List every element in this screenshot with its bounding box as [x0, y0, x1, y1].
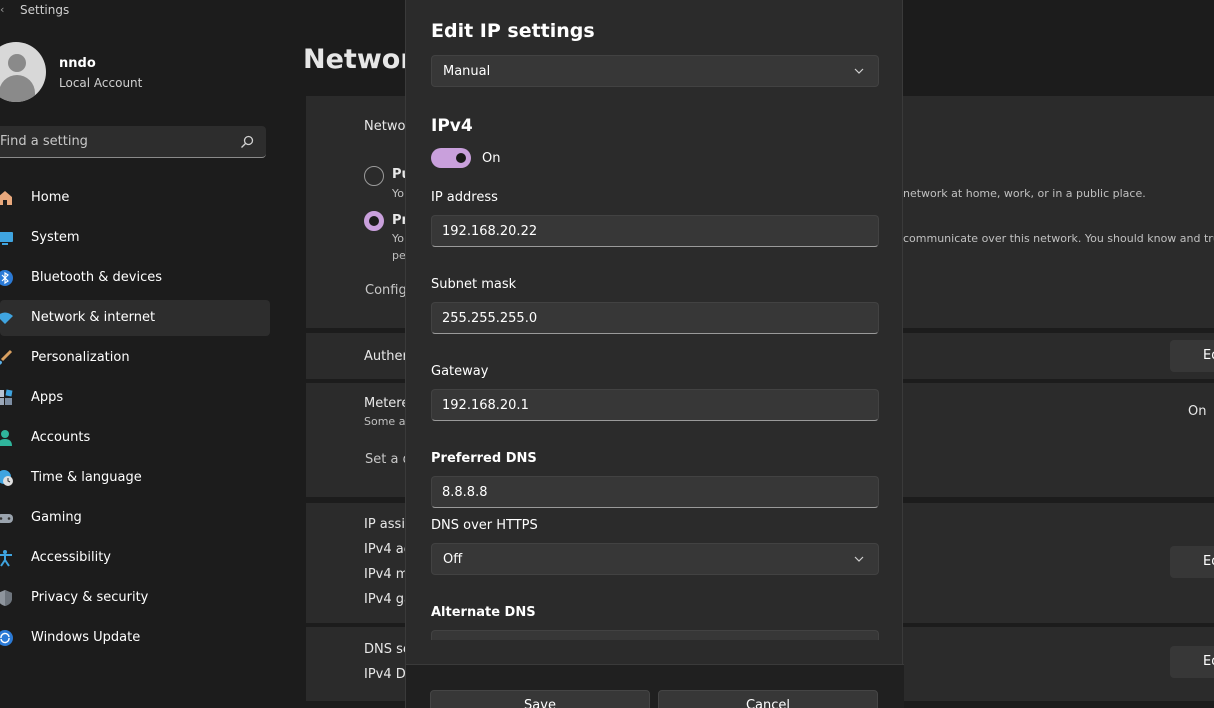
- gamepad-icon: [0, 514, 13, 523]
- ip-edit-button[interactable]: Ed: [1170, 546, 1214, 578]
- data-limit-link[interactable]: Set a d: [365, 452, 411, 467]
- sidebar-item-system[interactable]: System: [0, 220, 270, 256]
- shield-icon: [0, 590, 12, 606]
- sidebar-item-label: Network & internet: [31, 310, 156, 325]
- configure-link[interactable]: Config: [365, 283, 407, 298]
- sidebar-item-label: Gaming: [31, 510, 82, 525]
- alternate-dns-label: Alternate DNS: [431, 605, 536, 620]
- avatar: [0, 42, 46, 102]
- sidebar-item-label: Time & language: [31, 470, 142, 485]
- auth-edit-label: Ed: [1203, 348, 1214, 363]
- sidebar-item-apps[interactable]: Apps: [0, 380, 270, 416]
- dns-over-https-label: DNS over HTTPS: [431, 518, 538, 533]
- auth-edit-button[interactable]: Ed: [1170, 340, 1214, 372]
- gateway-input[interactable]: [431, 389, 879, 421]
- dialog-title: Edit IP settings: [431, 20, 595, 42]
- home-icon: [0, 191, 12, 205]
- preferred-dns-input[interactable]: [431, 476, 879, 508]
- sidebar-item-network[interactable]: Network & internet: [0, 300, 270, 336]
- network-profile-type-label: Netwo: [364, 119, 406, 134]
- sidebar-item-privacy[interactable]: Privacy & security: [0, 580, 270, 616]
- public-radio[interactable]: [364, 166, 384, 186]
- sidebar-item-label: Personalization: [31, 350, 130, 365]
- metered-value: On: [1188, 404, 1207, 419]
- dns-edit-label: Ed: [1203, 654, 1214, 669]
- brush-icon: [0, 349, 13, 365]
- sidebar-item-label: Accessibility: [31, 550, 111, 565]
- ipv4-section-title: IPv4: [431, 116, 473, 136]
- sidebar-item-label: Home: [31, 190, 70, 205]
- user-name: nndo: [59, 56, 96, 71]
- chevron-down-icon: [854, 68, 864, 74]
- accessibility-icon: [0, 550, 12, 567]
- private-option-desc-rest: communicate over this network. You shoul…: [903, 232, 1214, 245]
- apps-icon: [0, 389, 13, 405]
- dns-over-https-select[interactable]: Off: [431, 543, 879, 575]
- sidebar-item-personalization[interactable]: Personalization: [0, 340, 270, 376]
- metered-sub: Some a: [364, 415, 406, 428]
- sidebar-item-gaming[interactable]: Gaming: [0, 500, 270, 536]
- subnet-mask-label: Subnet mask: [431, 277, 517, 292]
- sidebar-item-bluetooth[interactable]: Bluetooth & devices: [0, 260, 270, 296]
- wifi-icon: [0, 312, 13, 324]
- ipv4-mask-label: IPv4 m: [364, 567, 409, 582]
- metered-label: Metere: [364, 396, 410, 411]
- sidebar-item-time-language[interactable]: Time & language: [0, 460, 270, 496]
- ipv4-toggle[interactable]: [431, 148, 471, 168]
- authentication-label: Auther: [364, 349, 408, 364]
- search-placeholder: Find a setting: [0, 134, 88, 149]
- sidebar-nav: Home System Bluetooth & devices Network …: [0, 180, 270, 660]
- sidebar-item-accessibility[interactable]: Accessibility: [0, 540, 270, 576]
- save-button[interactable]: Save: [430, 690, 650, 708]
- ip-edit-label: Ed: [1203, 554, 1214, 569]
- sidebar-item-label: Windows Update: [31, 630, 141, 645]
- bluetooth-icon: [0, 270, 13, 286]
- dns-edit-button[interactable]: Ed: [1170, 646, 1214, 678]
- sidebar-item-label: Bluetooth & devices: [31, 270, 162, 285]
- ip-mode-value: Manual: [443, 64, 491, 79]
- public-option-desc-rest: network at home, work, or in a public pl…: [903, 187, 1146, 200]
- back-arrow-icon[interactable]: ‹: [0, 3, 4, 16]
- window-title: Settings: [20, 3, 70, 17]
- search-input[interactable]: Find a setting: [0, 126, 266, 158]
- sidebar-item-label: Apps: [31, 390, 64, 405]
- update-icon: [0, 630, 13, 646]
- sidebar-item-windows-update[interactable]: Windows Update: [0, 620, 270, 656]
- gateway-label: Gateway: [431, 364, 489, 379]
- private-option-desc-line2: pe: [392, 249, 406, 262]
- private-option-desc: Yo: [392, 232, 404, 245]
- account-type: Local Account: [59, 76, 143, 90]
- public-option-desc: Yo: [392, 187, 404, 200]
- ipv4-address-label: IPv4 ac: [364, 542, 411, 557]
- subnet-mask-input[interactable]: [431, 302, 879, 334]
- ip-address-label: IP address: [431, 190, 498, 205]
- globe-clock-icon: [0, 470, 13, 486]
- ipv4-dns-label: IPv4 DI: [364, 667, 410, 682]
- save-label: Save: [524, 698, 556, 708]
- chevron-down-icon: [854, 556, 864, 562]
- ip-mode-select[interactable]: Manual: [431, 55, 879, 87]
- person-icon: [0, 430, 12, 446]
- preferred-dns-label: Preferred DNS: [431, 451, 537, 466]
- search-icon: [241, 135, 254, 148]
- sidebar-item-accounts[interactable]: Accounts: [0, 420, 270, 456]
- sidebar-item-label: Privacy & security: [31, 590, 149, 605]
- dns-over-https-value: Off: [443, 552, 463, 567]
- sidebar-item-label: Accounts: [31, 430, 91, 445]
- dns-server-label: DNS se: [364, 642, 411, 657]
- sidebar-item-label: System: [31, 230, 80, 245]
- cancel-button[interactable]: Cancel: [658, 690, 878, 708]
- alternate-dns-input[interactable]: [431, 630, 879, 640]
- system-icon: [0, 232, 13, 245]
- edit-ip-dialog: Edit IP settings Manual IPv4 On IP addre…: [405, 0, 904, 708]
- private-radio[interactable]: [364, 211, 384, 231]
- ip-address-input[interactable]: [431, 215, 879, 247]
- cancel-label: Cancel: [745, 698, 791, 708]
- ipv4-toggle-state: On: [482, 151, 501, 166]
- user-profile[interactable]: nndo Local Account: [0, 40, 280, 104]
- sidebar-item-home[interactable]: Home: [0, 180, 270, 216]
